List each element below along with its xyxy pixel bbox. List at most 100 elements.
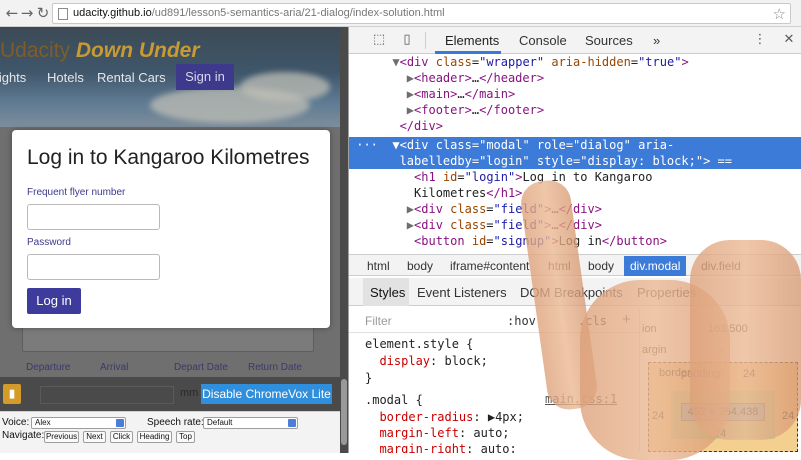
dom-node-wrapper[interactable]: ▼<div class="wrapper" aria-hidden="true"… <box>349 54 801 70</box>
speech-rate-label: Speech rate: <box>147 417 204 428</box>
rule-close-brace: } <box>365 371 373 385</box>
element-style-selector: element.style { <box>365 337 474 351</box>
sign-in-button[interactable]: Sign in <box>176 64 234 90</box>
page-scrollbar[interactable] <box>340 27 348 453</box>
log-in-button[interactable]: Log in <box>27 288 81 314</box>
top-button[interactable]: Top <box>176 431 195 443</box>
styles-filter-row: Filter :hov .cls + <box>349 307 639 333</box>
tab-console[interactable]: Console <box>519 33 567 48</box>
frequent-flyer-input[interactable] <box>27 204 160 230</box>
margin-right-value[interactable]: auto; <box>481 442 517 453</box>
border-radius-prop[interactable]: border-radius <box>379 410 473 424</box>
password-label: Password <box>27 237 71 248</box>
crumb-html[interactable]: html <box>361 256 396 276</box>
nav-hotels-link[interactable]: Hotels <box>47 70 84 85</box>
padding-label: padding <box>681 368 721 380</box>
left-value: 24 <box>652 410 665 422</box>
site-title-prefix: Udacity <box>0 39 71 62</box>
dialog-title: Log in to Kangaroo Kilometres <box>27 146 310 169</box>
crumb-body-inner[interactable]: body <box>582 256 620 276</box>
box-model-padding: padding 24 452 × 264.438 24 <box>671 368 775 440</box>
inspect-element-icon[interactable]: ⬚ <box>371 32 387 48</box>
position-label: ion <box>642 323 657 335</box>
reload-icon[interactable]: ↻ <box>34 4 52 22</box>
close-icon[interactable]: ✕ <box>781 32 797 48</box>
label-departure: Departure <box>26 362 71 373</box>
main-css-link[interactable]: main.css:1 <box>545 392 617 406</box>
dom-node-main[interactable]: ▶<main>…</main> <box>349 86 801 102</box>
bookmark-star-icon[interactable]: ☆ <box>773 5 786 23</box>
dom-node-div-close[interactable]: </div> <box>349 118 801 134</box>
crumb-html-inner[interactable]: html <box>542 256 577 276</box>
frequent-flyer-label: Frequent flyer number <box>27 187 126 198</box>
class-toggle[interactable]: .cls <box>578 314 607 328</box>
previous-button[interactable]: Previous <box>44 431 79 443</box>
web-page-pane: Udacity Down Under Flights Hotels Rental… <box>0 27 348 453</box>
subtab-properties[interactable]: Properties <box>637 285 696 300</box>
address-bar[interactable]: udacity.github.io/ud891/lesson5-semantic… <box>52 3 791 24</box>
display-value[interactable]: block; <box>444 354 487 368</box>
dom-node-header[interactable]: ▶<header>…</header> <box>349 70 801 86</box>
dom-node-field-2[interactable]: ▶<div class="field">…</div> <box>349 217 801 233</box>
next-button[interactable]: Next <box>83 431 106 443</box>
subtab-dom-breakpoints[interactable]: DOM Breakpoints <box>520 285 623 300</box>
subtab-styles[interactable]: Styles <box>370 285 405 300</box>
crumb-iframe[interactable]: iframe#content <box>444 256 535 276</box>
crumb-div-modal[interactable]: div.modal <box>624 256 687 276</box>
margin-left-prop[interactable]: margin-left <box>379 426 458 440</box>
click-button[interactable]: Click <box>110 431 133 443</box>
login-dialog: Log in to Kangaroo Kilometres Frequent f… <box>12 130 330 328</box>
styles-subtabs: Styles Event Listeners DOM Breakpoints P… <box>349 278 801 306</box>
speech-rate-select[interactable]: Default <box>203 417 298 429</box>
filter-input[interactable]: Filter <box>365 314 392 328</box>
style-rule-display[interactable]: display: block; <box>365 353 487 369</box>
scrollbar-thumb[interactable] <box>341 379 347 445</box>
label-arrival: Arrival <box>100 362 129 373</box>
hover-state-toggle[interactable]: :hov <box>507 314 536 328</box>
bottom-value: 24 <box>714 428 727 440</box>
dom-node-h1-cont[interactable]: Kilometres</h1> <box>349 185 801 201</box>
voice-select[interactable]: Alex <box>31 417 126 429</box>
style-rule-margin-right[interactable]: margin-right: auto; <box>365 441 517 453</box>
nav-flights-link[interactable]: Flights <box>0 70 26 85</box>
dom-node-footer[interactable]: ▶<footer>…</footer> <box>349 102 801 118</box>
crumb-body[interactable]: body <box>401 256 439 276</box>
nav-rental-cars-link[interactable]: Rental Cars <box>97 70 166 85</box>
chromevox-partial-text: mm <box>180 387 199 399</box>
url-host: udacity.github.io <box>73 7 152 19</box>
box-model-pane: ion 163.500 argin - border - 24 padding … <box>639 307 801 453</box>
tab-sources[interactable]: Sources <box>585 33 633 48</box>
dom-node-modal-selected[interactable]: ··· ▼<div class="modal" role="dialog" ar… <box>349 137 801 153</box>
dom-node-h1[interactable]: <h1 id="login">Log in to Kangaroo <box>349 169 801 185</box>
margin-left-value[interactable]: auto; <box>473 426 509 440</box>
site-title-accent: Down Under <box>75 39 200 62</box>
style-rule-margin-left[interactable]: margin-left: auto; <box>365 425 509 441</box>
crumb-div-field[interactable]: div.field <box>695 256 747 276</box>
devtools-toolbar: ⬚ ▯ Elements Console Sources » ⋮ ✕ <box>349 27 801 54</box>
chromevox-controls: Voice: Alex Speech rate: Default Navigat… <box>0 411 348 453</box>
box-model-border: border - 24 padding 24 452 × 264.438 24 … <box>648 362 798 452</box>
device-mode-icon[interactable]: ▯ <box>399 32 415 48</box>
margin-right-prop[interactable]: margin-right <box>379 442 466 453</box>
dom-node-modal-selected-cont[interactable]: labelledby="login" style="display: block… <box>349 153 801 169</box>
label-depart-date: Depart Date <box>174 362 228 373</box>
style-rule-border-radius[interactable]: border-radius: ▶4px; <box>365 409 524 425</box>
disable-chromevox-button[interactable]: Disable ChromeVox Lite <box>201 384 332 404</box>
border-radius-value[interactable]: 4px; <box>495 410 524 424</box>
dom-tree: ▼<div class="wrapper" aria-hidden="true"… <box>349 54 801 256</box>
kebab-menu-icon[interactable]: ⋮ <box>752 32 768 48</box>
more-tabs-chevron-icon[interactable]: » <box>653 33 660 48</box>
subtab-event-listeners[interactable]: Event Listeners <box>417 285 507 300</box>
url-text: udacity.github.io/ud891/lesson5-semantic… <box>73 7 445 19</box>
heading-button[interactable]: Heading <box>137 431 172 443</box>
display-prop[interactable]: display <box>379 354 430 368</box>
dom-node-button[interactable]: <button id="signup">Log in</button> <box>349 233 801 249</box>
chromevox-field <box>40 386 174 404</box>
dom-node-field-1[interactable]: ▶<div class="field">…</div> <box>349 201 801 217</box>
select-arrow-icon <box>288 419 296 427</box>
password-input[interactable] <box>27 254 160 280</box>
tab-elements[interactable]: Elements <box>445 33 499 48</box>
right-value: 24 <box>782 410 795 422</box>
url-path: /ud891/lesson5-semantics-aria/21-dialog/… <box>151 7 445 19</box>
new-rule-plus-icon[interactable]: + <box>622 311 631 328</box>
